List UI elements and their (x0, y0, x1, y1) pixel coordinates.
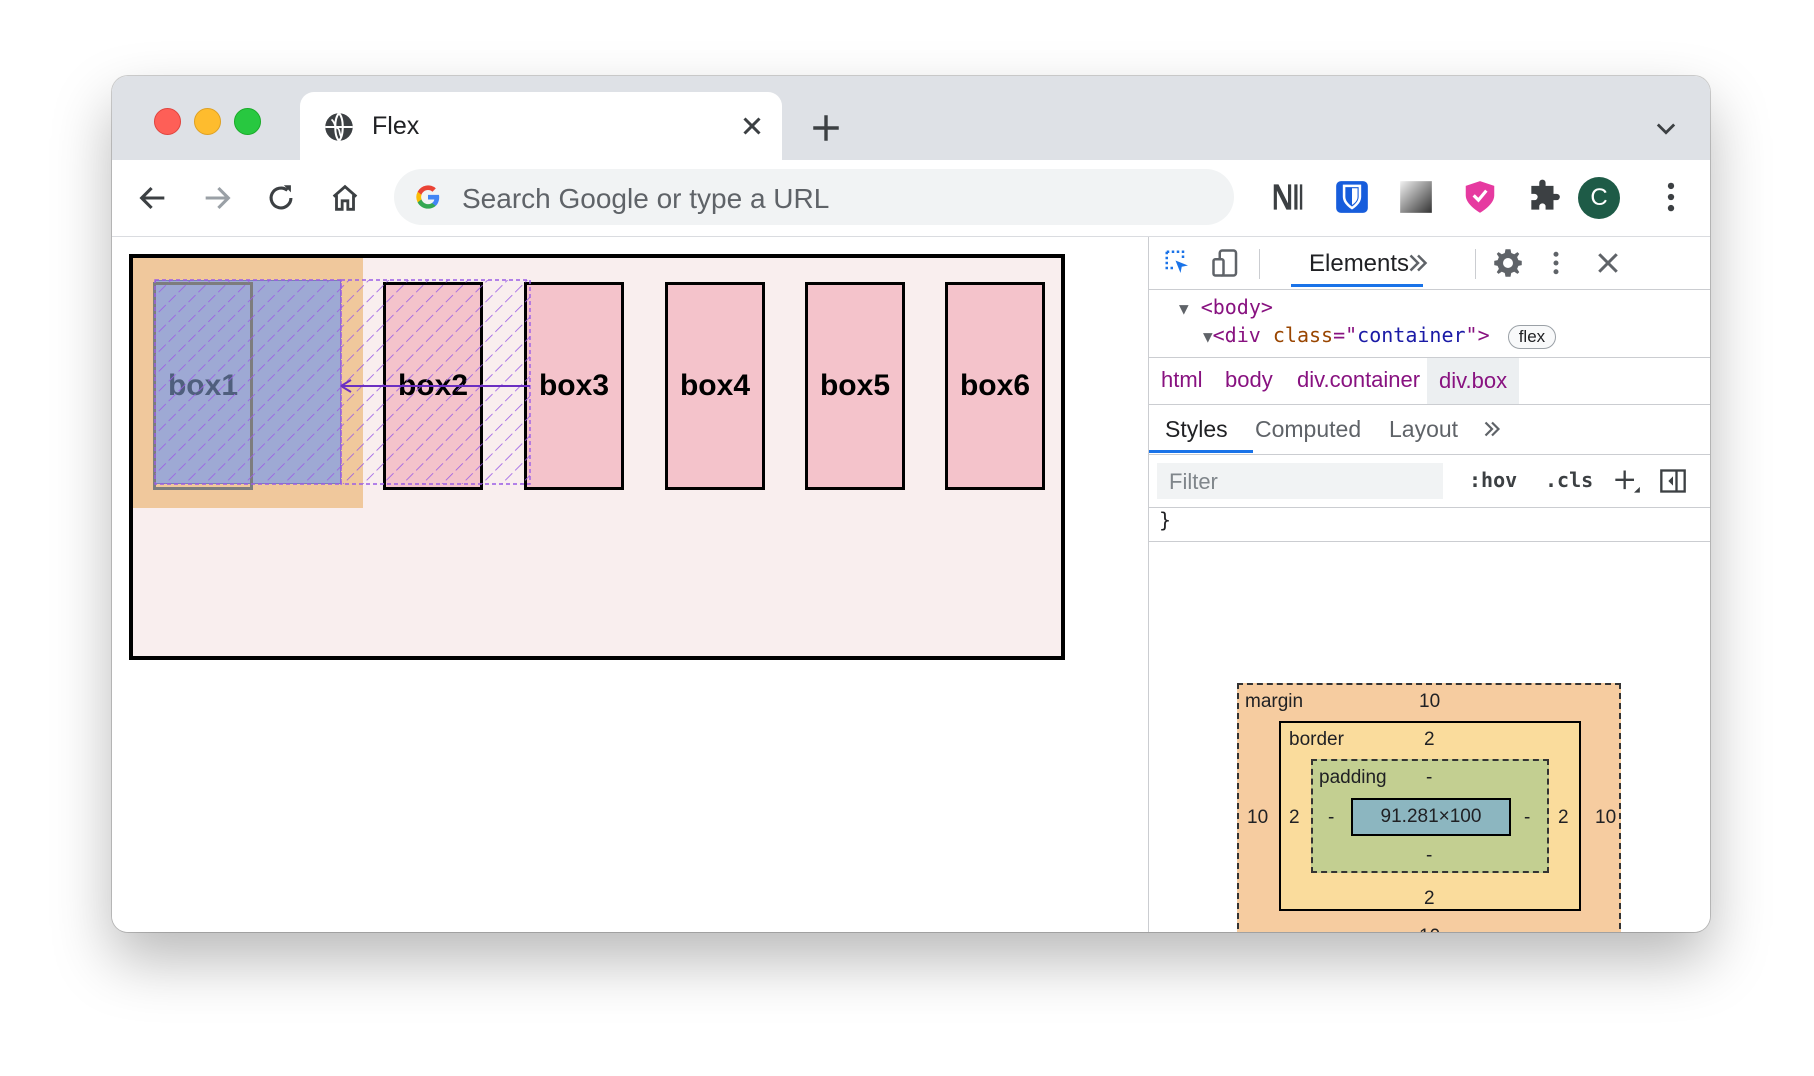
inspect-element-icon[interactable] (1163, 248, 1193, 278)
toolbar-divider (1475, 249, 1476, 279)
more-tabs-chevron-icon[interactable] (1403, 248, 1433, 278)
attr-value: container (1357, 323, 1466, 347)
styles-divider (1149, 541, 1710, 542)
reload-icon[interactable] (264, 181, 298, 215)
border-label: border (1289, 729, 1344, 750)
toggle-sidebar-icon[interactable] (1659, 467, 1687, 495)
devtools-panel: Elements ▼ <body> ▼<div class="container… (1148, 237, 1710, 932)
attr-name: class (1272, 323, 1334, 347)
new-style-rule-icon[interactable] (1613, 467, 1641, 495)
border-top-value[interactable]: 2 (1424, 729, 1435, 751)
padding-left-value[interactable]: - (1328, 807, 1334, 829)
box5[interactable]: box5 (805, 282, 905, 490)
flex-badge[interactable]: flex (1507, 325, 1557, 349)
box2[interactable]: box2 (383, 282, 483, 490)
hov-toggle[interactable]: :hov (1469, 468, 1517, 492)
tab-layout[interactable]: Layout (1389, 416, 1458, 443)
tab-title: Flex (372, 112, 420, 140)
box1[interactable]: box1 (153, 282, 253, 490)
breadcrumb-body[interactable]: body (1225, 367, 1273, 393)
active-tab-indicator (1291, 284, 1423, 287)
dom-node-body[interactable]: ▼ <body> (1179, 295, 1273, 319)
border-bottom-value[interactable]: 2 (1424, 888, 1435, 910)
active-subtab-indicator (1149, 450, 1253, 453)
dom-node-div-container[interactable]: ▼<div class="container"> flex (1203, 323, 1557, 349)
attr-close: "> (1465, 323, 1490, 347)
more-vert-icon[interactable] (1652, 178, 1690, 216)
attr-eq: =" (1333, 323, 1358, 347)
padding-top-value[interactable]: - (1426, 767, 1432, 789)
styles-subtabs: Styles Computed Layout (1149, 404, 1710, 455)
expand-triangle-icon[interactable]: ▼ (1179, 299, 1189, 318)
settings-gear-icon[interactable] (1493, 248, 1523, 278)
profile-avatar[interactable]: C (1578, 177, 1620, 219)
dom-tree: ▼ <body> ▼<div class="container"> flex (1149, 289, 1710, 357)
tab-strip: Flex (112, 76, 1710, 160)
active-tab[interactable]: Flex (300, 92, 782, 160)
padding-label: padding (1319, 767, 1387, 788)
grayscale-extension-icon[interactable] (1397, 178, 1435, 216)
expand-triangle-icon[interactable]: ▼ (1203, 327, 1213, 346)
border-right-value[interactable]: 2 (1558, 807, 1569, 829)
box-model-content[interactable]: 91.281×100 (1351, 798, 1511, 836)
border-left-value[interactable]: 2 (1289, 807, 1300, 829)
breadcrumb: html body div.container div.box (1149, 357, 1710, 405)
more-subtabs-chevron-icon[interactable] (1479, 416, 1505, 442)
flex-container: box1 box2 box3 box4 box5 box6 (129, 254, 1065, 660)
new-tab-icon[interactable] (809, 111, 843, 145)
close-tab-icon[interactable] (737, 111, 767, 141)
home-icon[interactable] (328, 181, 362, 215)
chevron-down-icon[interactable] (1652, 114, 1680, 142)
maximize-window-button[interactable] (234, 108, 261, 135)
box6[interactable]: box6 (945, 282, 1045, 490)
browser-window: Flex Search Google or type a URL C box1 … (112, 76, 1710, 932)
devtools-topbar: Elements (1149, 237, 1710, 290)
box4[interactable]: box4 (665, 282, 765, 490)
filter-input[interactable]: Filter (1157, 463, 1443, 499)
page-viewport: box1 box2 box3 box4 box5 box6 (112, 237, 1148, 932)
margin-bottom-value[interactable]: 10 (1419, 926, 1440, 932)
tab-styles[interactable]: Styles (1165, 416, 1228, 443)
box3[interactable]: box3 (524, 282, 624, 490)
padding-bottom-value[interactable]: - (1426, 845, 1432, 867)
body-tag: <body> (1200, 295, 1273, 319)
forward-icon[interactable] (200, 181, 234, 215)
device-toolbar-icon[interactable] (1211, 248, 1241, 278)
rule-closing-brace: } (1159, 508, 1172, 532)
shield-extension-icon[interactable] (1461, 178, 1499, 216)
breadcrumb-div-container[interactable]: div.container (1297, 367, 1420, 393)
minimize-window-button[interactable] (194, 108, 221, 135)
tab-elements[interactable]: Elements (1309, 250, 1409, 278)
toolbar-divider (1259, 249, 1260, 279)
bitwarden-extension-icon[interactable] (1333, 178, 1371, 216)
omnibox-placeholder: Search Google or type a URL (462, 183, 830, 214)
browser-toolbar: Search Google or type a URL C (112, 160, 1710, 237)
padding-right-value[interactable]: - (1524, 807, 1530, 829)
filter-placeholder: Filter (1169, 469, 1218, 494)
globe-icon (325, 112, 353, 142)
margin-top-value[interactable]: 10 (1419, 691, 1440, 713)
tab-computed[interactable]: Computed (1255, 416, 1361, 443)
close-window-button[interactable] (154, 108, 181, 135)
close-devtools-icon[interactable] (1593, 248, 1623, 278)
cls-toggle[interactable]: .cls (1545, 468, 1593, 492)
puzzle-extension-icon[interactable] (1525, 178, 1563, 216)
more-vert-icon[interactable] (1541, 248, 1571, 278)
google-g-icon (416, 185, 440, 209)
breadcrumb-html[interactable]: html (1161, 367, 1203, 393)
div-tag: <div (1212, 323, 1261, 347)
omnibox[interactable]: Search Google or type a URL (394, 169, 1234, 225)
back-icon[interactable] (136, 181, 170, 215)
breadcrumb-div-box[interactable]: div.box (1427, 358, 1520, 404)
margin-right-value[interactable]: 10 (1595, 807, 1616, 829)
margin-label: margin (1245, 691, 1304, 712)
styles-filter-row: Filter :hov .cls (1149, 455, 1710, 508)
margin-left-value[interactable]: 10 (1247, 807, 1268, 829)
notion-extension-icon[interactable] (1269, 178, 1307, 216)
